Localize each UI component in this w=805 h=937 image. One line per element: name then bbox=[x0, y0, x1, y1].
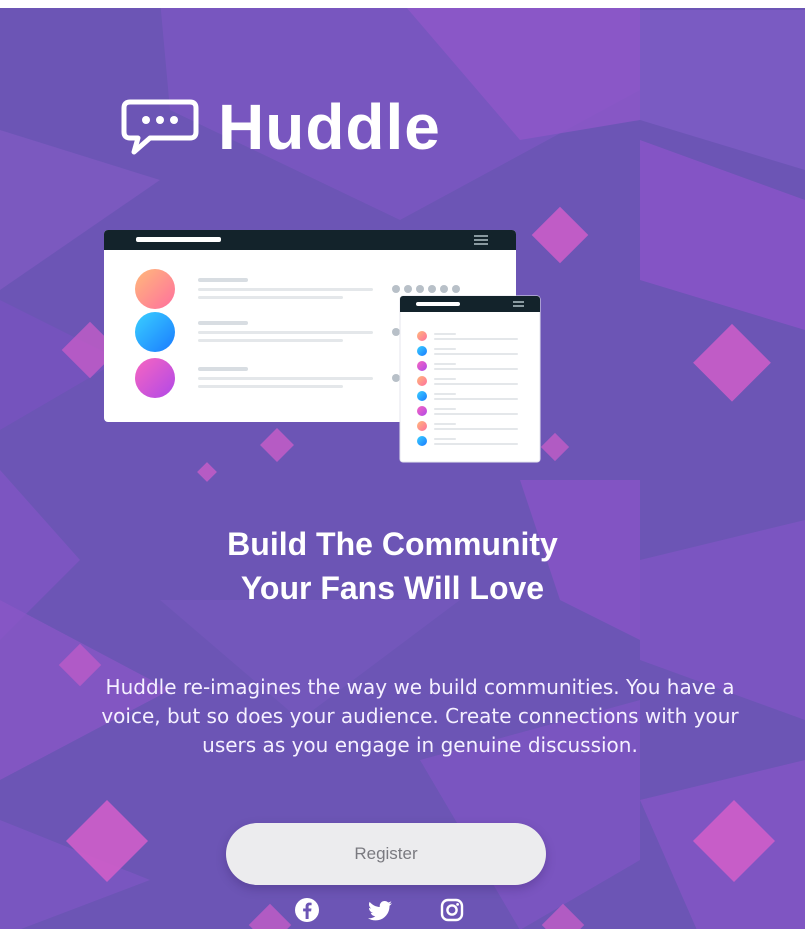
facebook-icon[interactable] bbox=[292, 895, 322, 925]
hero-headline: Build The Community Your Fans Will Love bbox=[120, 522, 665, 610]
app-mockup-illustration bbox=[104, 230, 541, 463]
mobile-window-mockup bbox=[399, 295, 541, 463]
headline-line-2: Your Fans Will Love bbox=[240, 570, 545, 606]
instagram-icon[interactable] bbox=[437, 895, 467, 925]
hero-description: Huddle re-imagines the way we build comm… bbox=[101, 675, 739, 757]
twitter-icon[interactable] bbox=[365, 895, 395, 925]
landing-page: Huddle Build The Community Your Fans Wil… bbox=[0, 0, 805, 937]
register-button[interactable]: Register bbox=[226, 823, 546, 885]
headline-line-1: Build The Community bbox=[227, 526, 558, 562]
social-links bbox=[292, 895, 467, 925]
